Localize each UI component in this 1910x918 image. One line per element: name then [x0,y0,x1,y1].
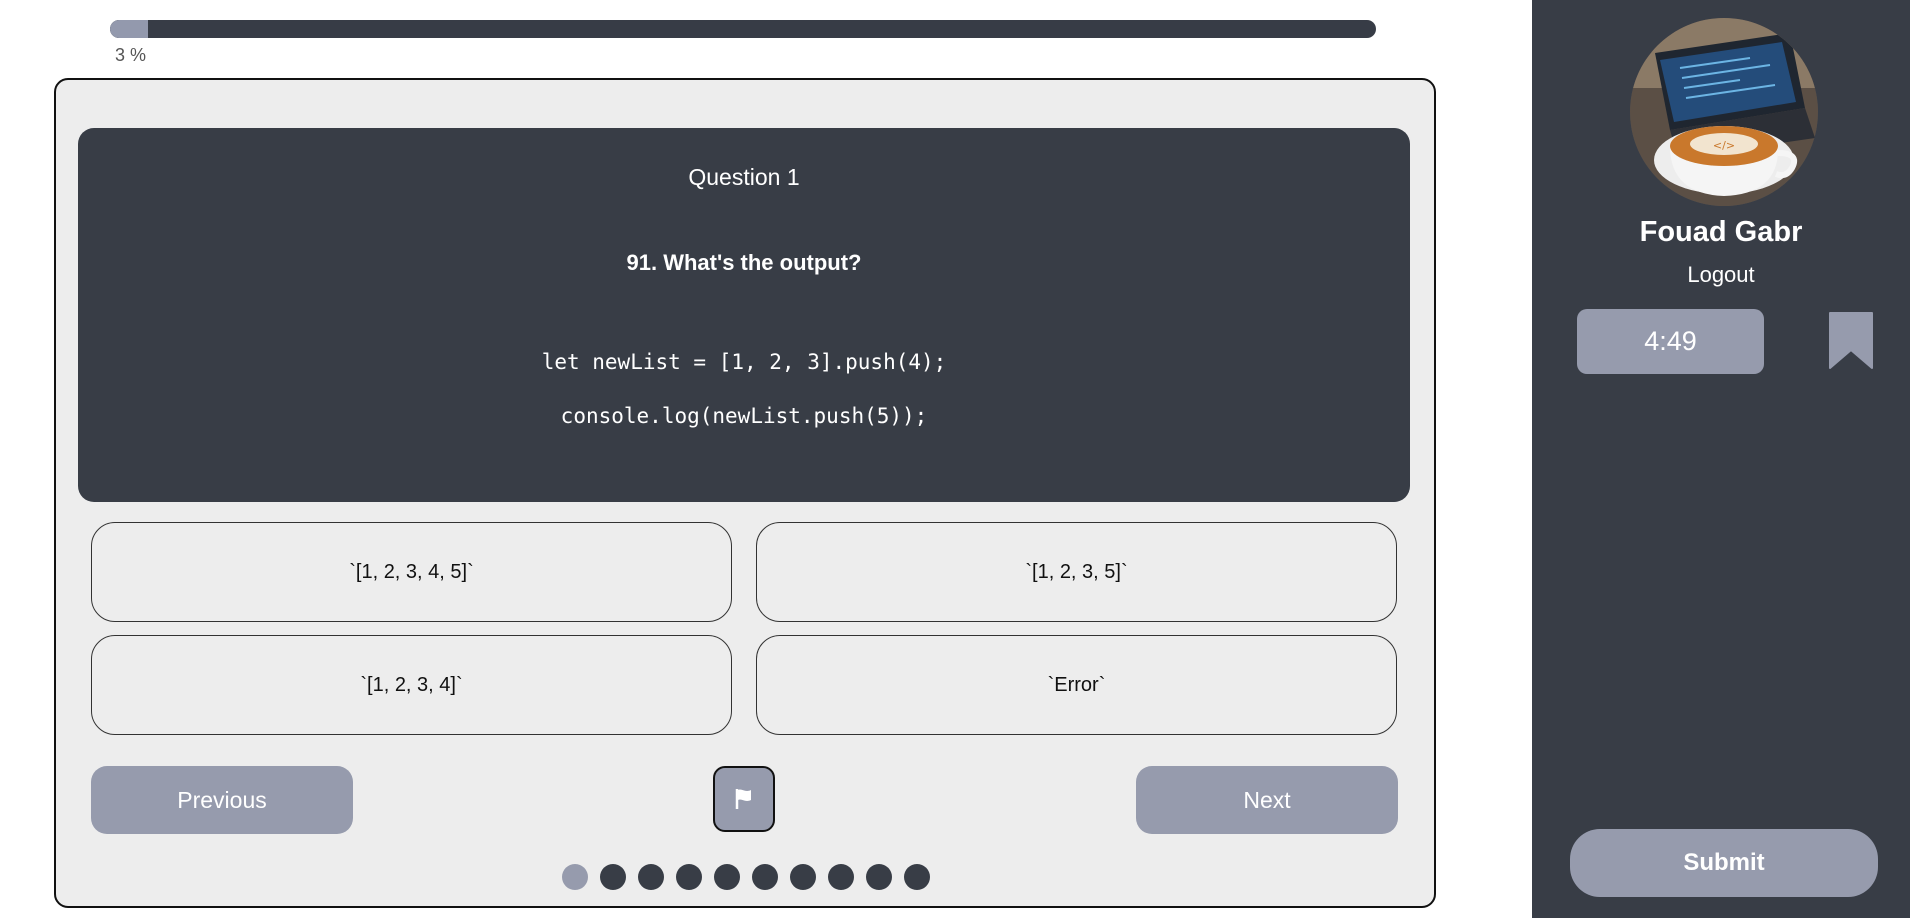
question-dot[interactable] [866,864,892,890]
flag-icon [735,789,751,809]
flag-button[interactable] [713,766,775,832]
question-dots [562,864,930,890]
user-name: Fouad Gabr [1639,216,1803,248]
code-line: let newList = [1, 2, 3].push(4); [541,350,947,374]
question-title: 91. What's the output? [626,250,862,275]
question-dot[interactable] [638,864,664,890]
code-line: console.log(newList.push(5)); [560,404,928,428]
timer: 4:49 [1577,309,1764,374]
bookmark-button[interactable] [1827,310,1875,372]
progress-label: 3 % [115,45,147,65]
progress-bar-fill [110,20,148,38]
answer-option[interactable]: `Error` [756,635,1397,735]
progress-bar [110,20,1376,38]
question-dot[interactable] [790,864,816,890]
question-panel: Question 1 91. What's the output? let ne… [78,128,1410,502]
question-dot[interactable] [752,864,778,890]
avatar-image: </> [1630,18,1818,206]
logout-link[interactable]: Logout [1532,262,1910,288]
answer-option[interactable]: `[1, 2, 3, 5]` [756,522,1397,622]
question-dot[interactable] [828,864,854,890]
avatar: </> [1630,18,1818,206]
previous-button[interactable]: Previous [91,766,353,834]
answer-option[interactable]: `[1, 2, 3, 4, 5]` [91,522,732,622]
quiz-main-area: 3 % Question 1 91. What's the output? le… [0,0,1532,918]
next-button[interactable]: Next [1136,766,1398,834]
question-dot[interactable] [600,864,626,890]
question-dot[interactable] [904,864,930,890]
submit-button[interactable]: Submit [1570,829,1878,897]
question-number: Question 1 [688,164,800,190]
svg-text:</>: </> [1713,139,1735,152]
sidebar: </> Fouad Gabr Logout 4:49 Submit [1532,0,1910,918]
quiz-card: Question 1 91. What's the output? let ne… [54,78,1436,908]
question-dot[interactable] [676,864,702,890]
question-dot[interactable] [562,864,588,890]
bookmark-icon [1829,312,1873,369]
question-dot[interactable] [714,864,740,890]
answer-option[interactable]: `[1, 2, 3, 4]` [91,635,732,735]
